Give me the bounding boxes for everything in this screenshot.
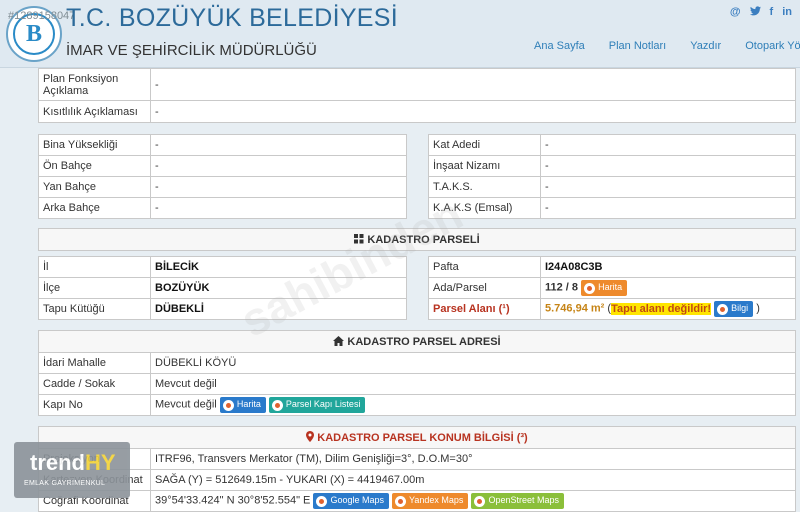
twitter-icon[interactable] — [749, 6, 761, 19]
row-label: Kısıtlılık Açıklaması — [38, 100, 151, 123]
google-maps-button[interactable]: Google Maps — [313, 493, 389, 509]
parsel-kapi-listesi-label: Parsel Kapı Listesi — [285, 399, 361, 410]
realtor-subtitle: EMLAK GAYRİMENKUL — [24, 480, 106, 487]
row-value: - — [540, 197, 796, 219]
kadastro-right-table: Pafta I24A08C3B Ada/Parsel 112 / 8 Harita … — [428, 256, 796, 320]
row-label: Kapı No — [38, 394, 151, 416]
ada-label: Ada/Parsel — [428, 277, 541, 299]
row-value: SAĞA (Y) = 512649.15m - YUKARI (X) = 441… — [150, 469, 796, 491]
row-label: Bina Yüksekliği — [38, 134, 151, 156]
row-label: T.A.K.S. — [428, 176, 541, 198]
email-icon[interactable]: @ — [730, 6, 741, 19]
plan-table: Plan Fonksiyon Açıklama - Kısıtlılık Açık… — [38, 68, 796, 123]
map-pin-icon — [474, 495, 486, 507]
row-value: BOZÜYÜK — [150, 277, 407, 299]
row-value: - — [540, 176, 796, 198]
nav-home[interactable]: Ana Sayfa — [534, 40, 585, 52]
facebook-icon[interactable]: f — [770, 6, 774, 19]
bilgi-button[interactable]: Bilgi — [714, 301, 754, 317]
row-value: - — [150, 134, 407, 156]
building-right-table: Kat Adedi - İnşaat Nizamı - T.A.K.S. - K.A.… — [428, 134, 796, 219]
yandex-maps-label: Yandex Maps — [409, 495, 464, 506]
row-value: - — [150, 176, 407, 198]
section-title-text: KADASTRO PARSEL ADRESİ — [347, 335, 501, 348]
row-value: Mevcut değil — [155, 398, 217, 411]
row-label: Cadde / Sokak — [38, 373, 151, 395]
alan-label: Parsel Alanı (¹) — [428, 298, 541, 320]
row-value: - — [150, 68, 796, 101]
row-label: Arka Bahçe — [38, 197, 151, 219]
parsel-kapi-listesi-button[interactable]: Parsel Kapı Listesi — [268, 397, 366, 413]
row-value: DÜBEKLİ KÖYÜ — [150, 352, 796, 374]
section-title: KADASTRO PARSEL ADRESİ — [38, 330, 796, 353]
row-value: 39°54'33.424" N 30°8'52.554" E — [155, 494, 311, 507]
brand-part-b: HY — [85, 450, 116, 475]
row-value: - — [150, 100, 796, 123]
yandex-maps-button[interactable]: Yandex Maps — [392, 493, 469, 509]
realtor-brand: trendHY — [30, 450, 116, 476]
row-value: ITRF96, Transvers Merkator (TM), Dilim G… — [150, 448, 796, 470]
site-title: T.C. BOZÜYÜK BELEDİYESİ — [66, 4, 398, 32]
list-icon — [271, 399, 283, 411]
pafta-value: I24A08C3B — [540, 256, 796, 278]
row-value: - — [150, 155, 407, 177]
nav-parking[interactable]: Otopark Yönet — [745, 40, 800, 52]
parsel-adresi-table: KADASTRO PARSEL ADRESİ İdari Mahalle DÜBE… — [38, 330, 796, 416]
site-subtitle: İMAR VE ŞEHİRCİLİK MÜDÜRLÜĞÜ — [66, 42, 317, 59]
row-label: K.A.K.S (Emsal) — [428, 197, 541, 219]
site-header: B #1289158047 T.C. BOZÜYÜK BELEDİYESİ İM… — [0, 0, 800, 68]
row-label: İlçe — [38, 277, 151, 299]
map-pin-icon — [584, 282, 596, 294]
row-value: Mevcut değil — [150, 373, 796, 395]
row-label: Ön Bahçe — [38, 155, 151, 177]
section-title-text: KADASTRO PARSEL KONUM BİLGİSİ (³) — [317, 432, 528, 444]
section-title-text: KADASTRO PARSELİ — [367, 233, 480, 246]
row-label: İl — [38, 256, 151, 278]
kapi-harita-button-label: Harita — [236, 399, 261, 410]
row-label: Plan Fonksiyon Açıklama — [38, 68, 151, 101]
alan-value: 5.746,94 m² — [545, 302, 605, 315]
google-maps-label: Google Maps — [330, 495, 384, 506]
bilgi-button-label: Bilgi — [731, 303, 749, 314]
kadastro-left-table: İl BİLECİK İlçe BOZÜYÜK Tapu Kütüğü DÜBEKLİ — [38, 256, 407, 320]
social-links: @ f in — [730, 6, 792, 19]
row-value: - — [540, 134, 796, 156]
section-title: KADASTRO PARSELİ — [38, 228, 796, 251]
row-label: Tapu Kütüğü — [38, 298, 151, 320]
harita-button[interactable]: Harita — [581, 280, 628, 296]
row-label: Yan Bahçe — [38, 176, 151, 198]
row-label: Kat Adedi — [428, 134, 541, 156]
linkedin-icon[interactable]: in — [782, 6, 792, 19]
openstreet-maps-label: OpenStreet Maps — [488, 495, 560, 506]
map-pin-icon — [395, 495, 407, 507]
info-icon — [717, 303, 729, 315]
row-value: - — [540, 155, 796, 177]
grid-icon — [354, 233, 364, 243]
row-label: İdari Mahalle — [38, 352, 151, 374]
row-value: DÜBEKLİ — [150, 298, 407, 320]
map-pin-icon — [316, 495, 328, 507]
section-title: KADASTRO PARSEL KONUM BİLGİSİ (³) — [38, 426, 796, 449]
alan-note: Tapu alanı değildir! — [611, 302, 712, 315]
kapi-harita-button[interactable]: Harita — [219, 397, 266, 413]
harita-button-label: Harita — [598, 282, 623, 293]
realtor-badge: trendHY EMLAK GAYRİMENKUL — [14, 442, 130, 498]
pafta-label: Pafta — [428, 256, 541, 278]
kadastro-parseli-header: KADASTRO PARSELİ — [38, 228, 796, 251]
ada-value: 112 / 8 — [545, 281, 579, 294]
home-icon — [333, 335, 345, 346]
building-left-table: Bina Yüksekliği - Ön Bahçe - Yan Bahçe - Ar… — [38, 134, 407, 219]
main-nav: Ana Sayfa Plan Notları Yazdır Otopark Yö… — [534, 40, 800, 52]
map-pin-icon — [222, 399, 234, 411]
row-value: - — [150, 197, 407, 219]
openstreet-maps-button[interactable]: OpenStreet Maps — [471, 493, 565, 509]
nav-plan-notes[interactable]: Plan Notları — [609, 40, 666, 52]
konum-table: KADASTRO PARSEL KONUM BİLGİSİ (³) Projek… — [38, 426, 796, 512]
nav-print[interactable]: Yazdır — [690, 40, 721, 52]
row-label: İnşaat Nizamı — [428, 155, 541, 177]
row-value: BİLECİK — [150, 256, 407, 278]
location-pin-icon — [306, 431, 315, 442]
brand-part-a: trend — [30, 450, 85, 475]
